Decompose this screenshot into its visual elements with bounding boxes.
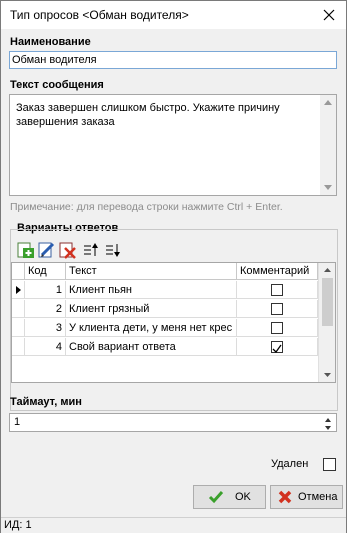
deleted-checkbox[interactable] xyxy=(323,458,336,471)
line-break-hint: Примечание: для перевода строки нажмите … xyxy=(10,201,283,213)
deleted-label: Удален xyxy=(271,458,309,470)
comment-cell xyxy=(237,281,318,299)
grid-scrollbar[interactable] xyxy=(318,263,335,382)
row-indicator xyxy=(12,281,25,299)
move-up-button[interactable] xyxy=(82,241,100,259)
timeout-label: Таймаут, мин xyxy=(10,396,82,408)
add-button[interactable] xyxy=(17,241,35,259)
close-icon xyxy=(323,9,335,21)
id-status: ИД: 1 xyxy=(4,519,32,531)
dialog-window: Тип опросов <Обман водителя> Наименовани… xyxy=(0,0,347,533)
window-title: Тип опросов <Обман водителя> xyxy=(10,8,189,22)
text-cell: Клиент пьян xyxy=(66,281,237,299)
code-cell: 2 xyxy=(25,300,66,318)
timeout-spinner[interactable]: 1 xyxy=(9,413,337,432)
code-cell: 1 xyxy=(25,281,66,299)
cancel-label: Отмена xyxy=(298,491,338,503)
row-indicator xyxy=(12,319,25,337)
timeout-value: 1 xyxy=(14,416,21,428)
row-indicator xyxy=(12,338,25,356)
table-row[interactable]: 1 Клиент пьян xyxy=(12,281,318,299)
code-cell: 4 xyxy=(25,338,66,356)
comment-cell xyxy=(237,338,318,356)
name-input[interactable]: Обман водителя xyxy=(9,51,337,69)
code-column-header[interactable]: Код xyxy=(25,263,66,280)
message-scrollbar[interactable] xyxy=(320,95,336,195)
comment-checkbox[interactable] xyxy=(271,341,283,354)
checkmark-icon xyxy=(208,491,224,504)
move-up-icon xyxy=(84,243,98,256)
spin-up-button[interactable] xyxy=(321,415,335,423)
comment-cell xyxy=(237,300,318,318)
status-bar: ИД: 1 xyxy=(1,517,346,533)
delete-icon xyxy=(59,242,76,259)
cancel-button[interactable]: Отмена xyxy=(270,485,343,509)
dialog-body: Наименование Обман водителя Текст сообще… xyxy=(1,29,346,517)
current-row-arrow-icon xyxy=(16,286,21,294)
indicator-header xyxy=(12,263,25,280)
comment-checkbox[interactable] xyxy=(271,303,283,315)
text-cell: Клиент грязный xyxy=(66,300,237,318)
table-row[interactable]: 3 У клиента дети, у меня нет крес xyxy=(12,319,318,337)
comment-checkbox[interactable] xyxy=(271,322,283,334)
ok-label: OK xyxy=(235,491,251,503)
comment-column-header[interactable]: Комментарий xyxy=(237,263,318,280)
grid-header: Код Текст Комментарий xyxy=(12,263,318,280)
text-column-header[interactable]: Текст xyxy=(66,263,237,280)
move-down-button[interactable] xyxy=(104,241,122,259)
table-row[interactable]: 4 Свой вариант ответа xyxy=(12,338,318,356)
ok-button[interactable]: OK xyxy=(193,485,266,509)
name-label: Наименование xyxy=(10,36,91,48)
row-indicator xyxy=(12,300,25,318)
spin-down-button[interactable] xyxy=(321,423,335,431)
cancel-icon xyxy=(278,490,292,504)
table-row[interactable]: 2 Клиент грязный xyxy=(12,300,318,318)
message-text: Заказ завершен слишком быстро. Укажите п… xyxy=(16,101,314,129)
message-line-2: завершения заказа xyxy=(16,116,115,128)
edit-icon xyxy=(38,242,55,258)
comment-checkbox[interactable] xyxy=(271,284,283,296)
close-button[interactable] xyxy=(316,3,342,27)
message-label: Текст сообщения xyxy=(10,79,104,91)
text-cell: Свой вариант ответа xyxy=(66,338,237,356)
delete-button[interactable] xyxy=(59,241,77,259)
comment-cell xyxy=(237,319,318,337)
text-cell: У клиента дети, у меня нет крес xyxy=(66,319,237,337)
spin-down-icon xyxy=(325,426,331,430)
message-textarea[interactable]: Заказ завершен слишком быстро. Укажите п… xyxy=(9,94,337,196)
answers-grid: Код Текст Комментарий 1 Клиент пьян 2 Кл… xyxy=(11,262,336,383)
checkmark-icon xyxy=(272,344,282,354)
message-line-1: Заказ завершен слишком быстро. Укажите п… xyxy=(16,102,280,114)
title-bar: Тип опросов <Обман водителя> xyxy=(1,1,346,29)
move-down-icon xyxy=(106,244,120,257)
add-icon xyxy=(17,242,34,258)
code-cell: 3 xyxy=(25,319,66,337)
edit-button[interactable] xyxy=(38,241,56,259)
